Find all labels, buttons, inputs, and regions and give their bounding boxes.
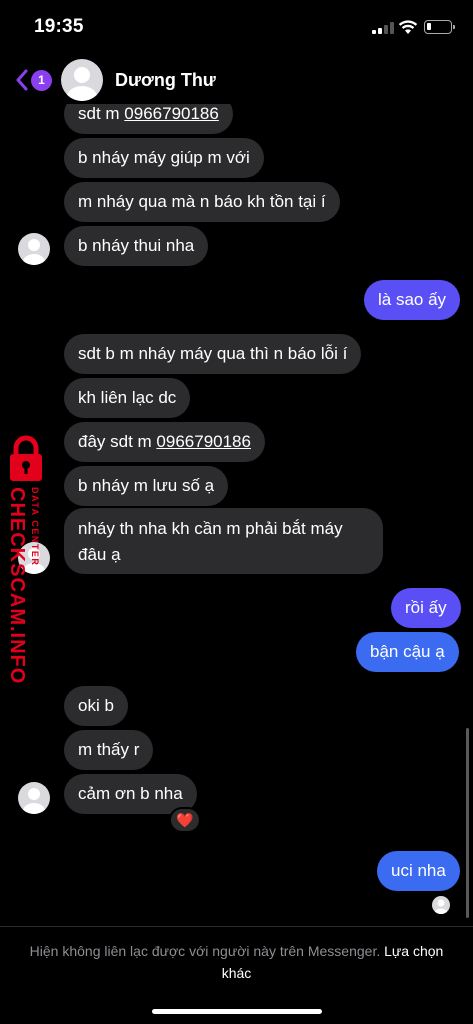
wifi-icon	[398, 20, 418, 34]
message-bubble-incoming[interactable]: b nháy máy giúp m với	[64, 138, 264, 178]
message-text: là sao ấy	[378, 290, 447, 309]
home-indicator[interactable]	[152, 1009, 322, 1014]
message-text: rồi ấy	[405, 598, 447, 617]
default-avatar-icon	[434, 899, 448, 914]
divider	[0, 926, 473, 927]
battery-icon	[424, 20, 455, 34]
message-text: đây sdt m	[78, 432, 157, 451]
message-text: kh liên lạc dc	[78, 388, 177, 407]
cellular-signal-icon	[372, 22, 394, 34]
unread-badge: 1	[31, 70, 52, 91]
default-avatar-icon	[67, 67, 97, 101]
default-avatar-icon	[23, 788, 45, 814]
message-bubble-incoming[interactable]: oki b	[64, 686, 128, 726]
scrollbar[interactable]	[466, 728, 469, 918]
message-bubble-outgoing[interactable]: bận cậu ạ	[356, 632, 459, 672]
status-bar: 19:35	[0, 0, 473, 56]
message-text: nháy th nha kh cần m phải bắt máy	[78, 519, 343, 538]
message-text: b nháy máy giúp m với	[78, 148, 250, 167]
message-text: cảm ơn b nha	[78, 784, 183, 803]
status-time: 19:35	[34, 16, 84, 37]
unavailable-notice: Hiện không liên lạc được với người này t…	[18, 940, 455, 984]
phone-number-link[interactable]: 0966790186	[124, 104, 219, 123]
contact-name[interactable]: Dương Thư	[115, 70, 216, 91]
sender-avatar[interactable]	[18, 233, 50, 265]
message-bubble-outgoing[interactable]: rồi ấy	[391, 588, 461, 628]
back-button[interactable]: 1	[12, 68, 54, 92]
contact-avatar[interactable]	[61, 59, 103, 101]
chevron-left-icon	[16, 69, 28, 91]
message-bubble-incoming[interactable]: b nháy thui nha	[64, 226, 209, 266]
message-text: đâu ạ	[78, 545, 121, 564]
message-bubble-incoming[interactable]: b nháy m lưu số ạ	[64, 466, 229, 506]
message-list[interactable]: sdt m 0966790186 b nháy máy giúp m với m…	[0, 96, 473, 926]
message-bubble-outgoing[interactable]: uci nha	[377, 851, 460, 891]
notice-text: Hiện không liên lạc được với người này t…	[29, 943, 381, 959]
watermark-text: CHECKSCAM.INFO	[6, 487, 28, 685]
message-text: m nháy qua mà n báo kh tồn tại í	[78, 192, 326, 211]
message-bubble-incoming[interactable]: m nháy qua mà n báo kh tồn tại í	[64, 182, 340, 222]
message-text: oki b	[78, 696, 114, 715]
conversation-header: 1 Dương Thư	[0, 56, 473, 104]
message-bubble-incoming[interactable]: nháy th nha kh cần m phải bắt máy đâu ạ	[64, 508, 383, 574]
watermark-subtext: DATA CENTER	[30, 487, 40, 567]
message-bubble-incoming[interactable]: sdt b m nháy máy qua thì n báo lỗi í	[64, 334, 362, 374]
sender-avatar[interactable]	[18, 782, 50, 814]
message-text: b nháy thui nha	[78, 236, 195, 255]
message-bubble-incoming[interactable]: đây sdt m 0966790186	[64, 422, 265, 462]
lock-icon	[10, 435, 42, 481]
heart-reaction-icon[interactable]: ❤️	[169, 807, 201, 833]
default-avatar-icon	[23, 239, 45, 265]
phone-number-link[interactable]: 0966790186	[156, 432, 251, 451]
seen-indicator-avatar	[432, 896, 450, 914]
message-text: sdt b m nháy máy qua thì n báo lỗi í	[78, 344, 348, 363]
watermark: CHECKSCAM.INFO DATA CENTER	[0, 435, 56, 684]
message-bubble-incoming[interactable]: kh liên lạc dc	[64, 378, 191, 418]
message-text: uci nha	[391, 861, 446, 880]
message-bubble-outgoing[interactable]: là sao ấy	[364, 280, 461, 320]
message-bubble-incoming[interactable]: m thấy r	[64, 730, 154, 770]
message-text: sdt m	[78, 104, 125, 123]
message-text: b nháy m lưu số ạ	[78, 476, 215, 495]
message-text: m thấy r	[78, 740, 140, 759]
message-text: bận cậu ạ	[370, 642, 445, 661]
